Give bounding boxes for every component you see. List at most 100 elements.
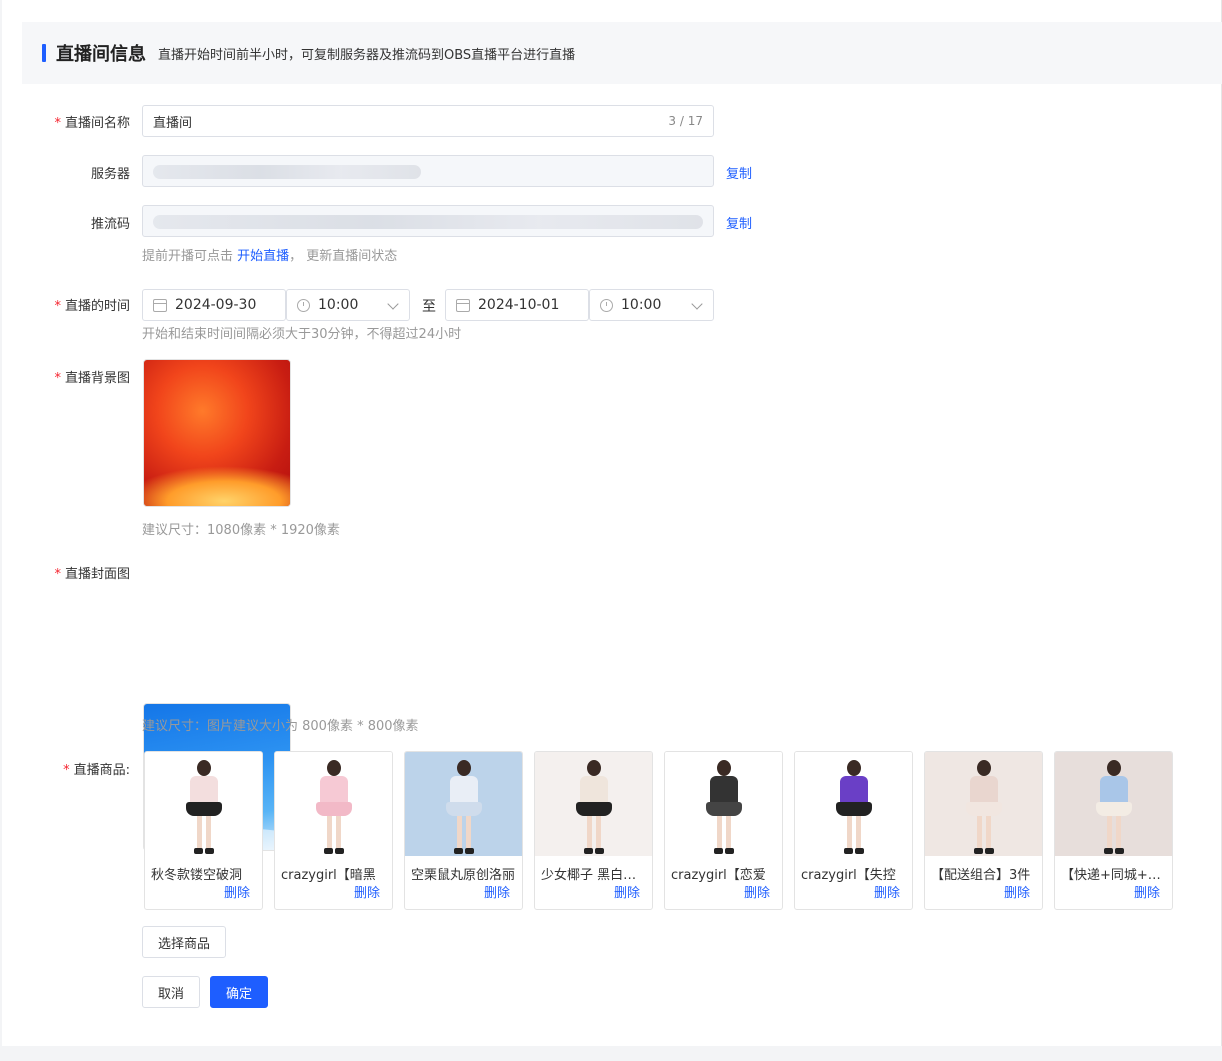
chevron-down-icon	[387, 298, 399, 310]
stream-key-field[interactable]	[142, 205, 714, 237]
confirm-button[interactable]: 确定	[210, 976, 268, 1008]
stream-key-label-text: 推流码	[90, 217, 130, 232]
goods-image	[405, 752, 522, 856]
goods-image	[145, 752, 262, 856]
background-hint: 建议尺寸：1080像素 * 1920像素	[142, 523, 340, 538]
required-star: *	[54, 567, 61, 582]
goods-image	[275, 752, 392, 856]
goods-name: crazygirl【恋爱	[671, 868, 766, 883]
clock-icon	[600, 298, 613, 312]
delete-goods-button[interactable]: 删除	[354, 882, 380, 901]
goods-name: 少女椰子 黑白拼色	[541, 868, 647, 883]
room-name-input[interactable]: 直播间 3 / 17	[142, 105, 714, 137]
hint-after: ， 更新直播间状态	[289, 249, 398, 264]
server-label: 服务器	[2, 163, 130, 182]
goods-label-text: 直播商品:	[73, 763, 130, 778]
select-goods-button[interactable]: 选择商品	[142, 926, 226, 958]
goods-list: 秋冬款镂空破洞 删除 crazygirl【暗黑 删除 空栗鼠丸原创洛丽 删除 少女椰子 黑白…	[144, 751, 1173, 910]
model-figure	[574, 756, 614, 856]
goods-card[interactable]: crazygirl【恋爱 删除	[664, 751, 783, 910]
start-live-link[interactable]: 开始直播	[237, 249, 289, 264]
end-date-picker[interactable]: 2024-10-01	[445, 289, 589, 321]
required-star: *	[54, 371, 61, 386]
redacted-server	[153, 165, 421, 179]
start-date-value: 2024-09-30	[175, 297, 257, 313]
copy-stream-key-button[interactable]: 复制	[726, 213, 752, 232]
hint-before: 提前开播可点击	[142, 249, 234, 264]
delete-goods-button[interactable]: 删除	[1004, 882, 1030, 901]
header-accent-bar	[42, 44, 46, 62]
goods-name: 秋冬款镂空破洞	[151, 868, 243, 883]
section-title: 直播间信息	[56, 44, 146, 65]
background-label-text: 直播背景图	[64, 371, 130, 386]
goods-name: crazygirl【暗黑	[281, 868, 376, 883]
model-figure	[1094, 756, 1134, 856]
required-star: *	[63, 763, 70, 778]
required-star: *	[54, 116, 61, 131]
model-figure	[184, 756, 224, 856]
start-time-value: 10:00	[318, 297, 359, 313]
time-hint: 开始和结束时间间隔必须大于30分钟，不得超过24小时	[142, 327, 462, 342]
name-label: * 直播间名称	[2, 112, 130, 131]
section-description: 直播开始时间前半小时，可复制服务器及推流码到OBS直播平台进行直播	[158, 47, 576, 63]
calendar-icon	[456, 298, 470, 312]
delete-goods-button[interactable]: 删除	[1134, 882, 1160, 901]
stream-key-label: 推流码	[2, 213, 130, 232]
goods-label: * 直播商品:	[2, 759, 130, 778]
page: 直播间信息 直播开始时间前半小时，可复制服务器及推流码到OBS直播平台进行直播 …	[2, 0, 1222, 1046]
model-figure	[834, 756, 874, 856]
delete-goods-button[interactable]: 删除	[744, 882, 770, 901]
goods-image	[795, 752, 912, 856]
end-date-value: 2024-10-01	[478, 297, 560, 313]
section-header: 直播间信息 直播开始时间前半小时，可复制服务器及推流码到OBS直播平台进行直播	[22, 22, 1222, 84]
room-name-value: 直播间	[153, 115, 193, 131]
time-label-text: 直播的时间	[64, 299, 130, 314]
server-label-text: 服务器	[90, 167, 130, 182]
time-label: * 直播的时间	[2, 295, 130, 314]
delete-goods-button[interactable]: 删除	[874, 882, 900, 901]
goods-card[interactable]: 【快递+同城+自提 删除	[1054, 751, 1173, 910]
cover-hint: 建议尺寸：图片建议大小为 800像素 * 800像素	[142, 719, 419, 734]
chevron-down-icon	[691, 298, 703, 310]
goods-name: 【快递+同城+自提	[1061, 868, 1167, 883]
cancel-button[interactable]: 取消	[142, 976, 200, 1008]
model-figure	[704, 756, 744, 856]
end-time-value: 10:00	[621, 297, 662, 313]
model-figure	[964, 756, 1004, 856]
model-figure	[314, 756, 354, 856]
range-separator: 至	[422, 299, 436, 315]
goods-image	[665, 752, 782, 856]
background-image-upload[interactable]	[143, 359, 291, 507]
goods-card[interactable]: 少女椰子 黑白拼色 删除	[534, 751, 653, 910]
cover-label-text: 直播封面图	[64, 567, 130, 582]
goods-image	[535, 752, 652, 856]
calendar-icon	[153, 298, 167, 312]
model-figure	[444, 756, 484, 856]
char-counter: 3 / 17	[668, 114, 703, 128]
start-time-select[interactable]: 10:00	[286, 289, 410, 321]
goods-card[interactable]: crazygirl【暗黑 删除	[274, 751, 393, 910]
goods-card[interactable]: 秋冬款镂空破洞 删除	[144, 751, 263, 910]
required-star: *	[54, 299, 61, 314]
background-label: * 直播背景图	[2, 367, 130, 386]
delete-goods-button[interactable]: 删除	[614, 882, 640, 901]
end-time-select[interactable]: 10:00	[589, 289, 714, 321]
goods-card[interactable]: 空栗鼠丸原创洛丽 删除	[404, 751, 523, 910]
start-date-picker[interactable]: 2024-09-30	[142, 289, 286, 321]
redacted-stream-key	[153, 215, 703, 229]
goods-name: 【配送组合】3件	[931, 868, 1031, 883]
copy-server-button[interactable]: 复制	[726, 163, 752, 182]
goods-name: 空栗鼠丸原创洛丽	[411, 868, 516, 883]
delete-goods-button[interactable]: 删除	[224, 882, 250, 901]
goods-image	[1055, 752, 1172, 856]
server-field[interactable]	[142, 155, 714, 187]
cover-label: * 直播封面图	[2, 563, 130, 582]
clock-icon	[297, 298, 310, 312]
goods-card[interactable]: 【配送组合】3件 删除	[924, 751, 1043, 910]
goods-image	[925, 752, 1042, 856]
start-live-hint: 提前开播可点击 开始直播， 更新直播间状态	[142, 245, 397, 264]
name-label-text: 直播间名称	[64, 116, 130, 131]
goods-card[interactable]: crazygirl【失控 删除	[794, 751, 913, 910]
goods-name: crazygirl【失控	[801, 868, 896, 883]
delete-goods-button[interactable]: 删除	[484, 882, 510, 901]
